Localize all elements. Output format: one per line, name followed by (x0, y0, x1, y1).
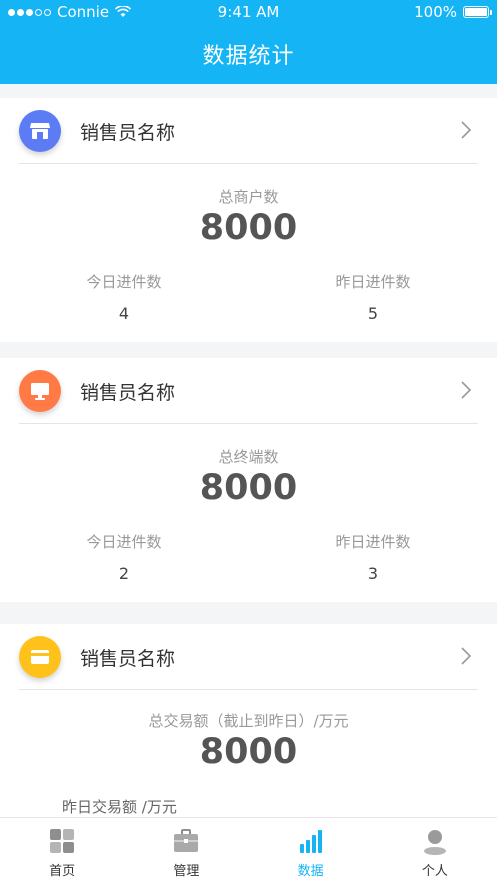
chevron-right-icon (461, 647, 472, 665)
tab-data[interactable]: 数据 (249, 818, 373, 883)
yesterday-stat: 昨日进件数 5 (249, 271, 497, 323)
total-label: 总交易额（截止到昨日）/万元 (148, 712, 349, 730)
monitor-icon (19, 370, 61, 412)
card-header[interactable]: 销售员名称 (0, 358, 497, 424)
yesterday-label: 昨日交易额 /万元 (62, 798, 177, 816)
yesterday-stat: 昨日进件数 3 (249, 531, 497, 583)
tab-label: 个人 (421, 864, 448, 879)
today-stat: 今日进件数 2 (0, 531, 248, 583)
tab-label: 数据 (297, 864, 324, 879)
tab-label: 管理 (173, 864, 200, 879)
bar-chart-icon (299, 830, 322, 853)
store-icon (19, 110, 61, 152)
yesterday-value: 5 (367, 304, 379, 323)
status-bar: Connie 9:41 AM 100% (0, 0, 497, 24)
briefcase-icon (174, 829, 199, 852)
divider (19, 423, 478, 424)
tab-label: 首页 (49, 864, 76, 879)
total-value: 8000 (199, 208, 298, 248)
today-value: 2 (118, 564, 130, 583)
tab-home[interactable]: 首页 (0, 818, 124, 883)
card-header[interactable]: 销售员名称 (0, 624, 497, 690)
tab-bar: 首页 管理 数据 个人 (0, 817, 497, 883)
tab-profile[interactable]: 个人 (373, 818, 497, 883)
salesperson-name: 销售员名称 (80, 382, 176, 404)
divider (19, 689, 478, 690)
card-icon (19, 636, 61, 678)
yesterday-label: 昨日进件数 (335, 273, 411, 291)
yesterday-label: 昨日进件数 (335, 533, 411, 551)
today-stat: 今日进件数 4 (0, 271, 248, 323)
stats-card-transactions: 销售员名称 总交易额（截止到昨日）/万元 8000 昨日交易额 /万元 (0, 624, 497, 824)
home-grid-icon (50, 829, 75, 853)
person-icon (423, 830, 446, 855)
today-value: 4 (118, 304, 130, 323)
chevron-right-icon (461, 381, 472, 399)
total-value: 8000 (199, 468, 298, 508)
page-title: 数据统计 (202, 44, 295, 69)
chevron-right-icon (461, 121, 472, 139)
tab-manage[interactable]: 管理 (124, 818, 248, 883)
today-label: 今日进件数 (86, 273, 162, 291)
total-label: 总终端数 (218, 448, 279, 466)
divider (19, 163, 478, 164)
total-value: 8000 (199, 732, 298, 772)
stats-card-merchants: 销售员名称 总商户数 8000 今日进件数 4 昨日进件数 5 (0, 98, 497, 342)
battery-label: 100% (414, 3, 457, 21)
app-header: Connie 9:41 AM 100% 数据统计 (0, 0, 497, 84)
card-header[interactable]: 销售员名称 (0, 98, 497, 164)
battery-icon (463, 6, 492, 18)
salesperson-name: 销售员名称 (80, 122, 176, 144)
yesterday-value: 3 (367, 564, 379, 583)
total-label: 总商户数 (218, 188, 279, 206)
stats-card-terminals: 销售员名称 总终端数 8000 今日进件数 2 昨日进件数 3 (0, 358, 497, 602)
salesperson-name: 销售员名称 (80, 648, 176, 670)
today-label: 今日进件数 (86, 533, 162, 551)
